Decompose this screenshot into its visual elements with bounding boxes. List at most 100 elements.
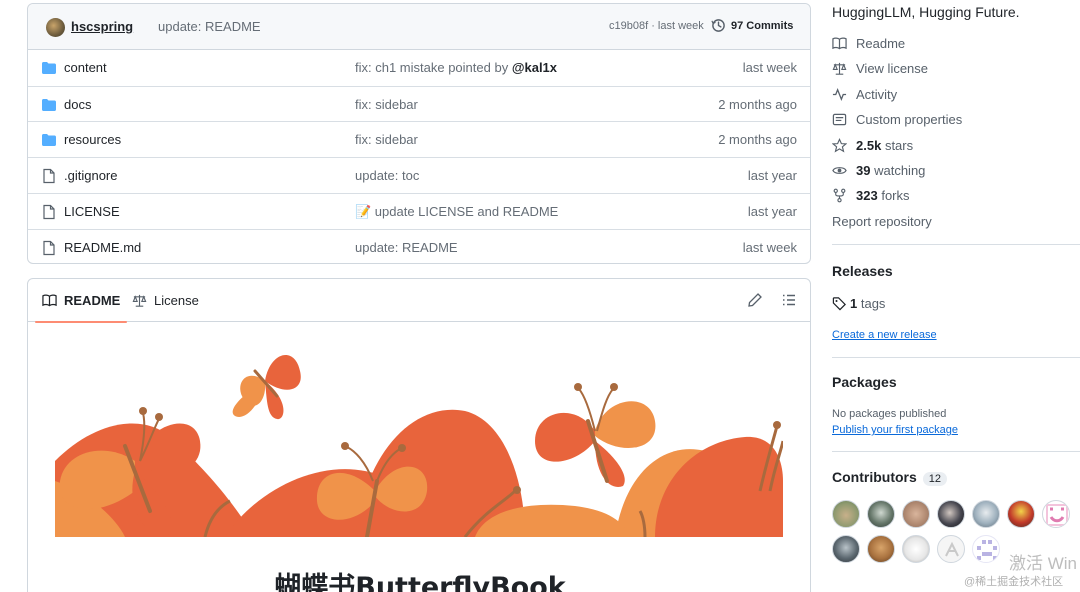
commit-author-link[interactable]: hscspring [71, 19, 133, 34]
scale-icon [132, 294, 147, 307]
tags-link[interactable]: 1 tags [832, 296, 885, 311]
forks-link[interactable]: 323 forks [832, 188, 910, 203]
publish-package-link[interactable]: Publish your first package [832, 424, 958, 436]
contributor-avatar[interactable] [902, 500, 930, 528]
commit-message-text: fix: ch1 mistake pointed by [355, 60, 512, 75]
pulse-icon [832, 88, 847, 101]
contributor-avatar[interactable] [972, 535, 1000, 563]
readme-title: 蝴蝶书ButterflyBook [274, 572, 566, 592]
divider [832, 451, 1080, 452]
commit-message-text: update: README [355, 239, 458, 255]
file-row[interactable]: content fix: ch1 mistake pointed by @kal1… [28, 50, 810, 86]
activity-link-label: Activity [856, 87, 898, 102]
commits-history-link[interactable]: 97 Commits [711, 18, 793, 33]
file-row[interactable]: README.md update: README last week [28, 228, 810, 265]
commit-message-text: fix: sidebar [355, 132, 418, 148]
file-icon [41, 240, 57, 256]
readme-link-label: Readme [856, 36, 906, 51]
watching-label: watching [874, 163, 926, 178]
file-name-link[interactable]: resources [64, 132, 121, 147]
license-link-label: View license [856, 61, 929, 76]
tags-label: tags [860, 296, 886, 311]
stars-link[interactable]: 2.5k stars [832, 138, 913, 153]
tab-readme-label: README [64, 293, 121, 308]
tab-license[interactable]: License [132, 279, 199, 322]
forks-count: 323 [856, 188, 878, 203]
file-name-link[interactable]: LICENSE [64, 204, 120, 219]
contributor-avatar[interactable] [937, 500, 965, 528]
commit-message-text: fix: sidebar [355, 96, 418, 112]
file-commit-message-link[interactable]: fix: ch1 mistake pointed by @kal1x [355, 60, 557, 75]
outline-list-icon[interactable] [781, 292, 797, 308]
file-commit-message-link[interactable]: fix: sidebar [355, 97, 418, 112]
releases-heading[interactable]: Releases [832, 263, 893, 279]
file-commit-message-link[interactable]: fix: sidebar [355, 132, 418, 147]
activity-link[interactable]: Activity [832, 87, 897, 102]
file-commit-message-link[interactable]: update: README [355, 240, 458, 255]
file-icon [41, 204, 57, 220]
commit-message-text: update: toc [355, 168, 420, 184]
commit-meta[interactable]: c19b08f · last week [609, 20, 704, 32]
readme-link[interactable]: Readme [832, 36, 905, 51]
file-commit-time: 2 months ago [718, 132, 797, 148]
watchers-link[interactable]: 39 watching [832, 163, 925, 178]
note-icon [832, 113, 847, 126]
file-name-link[interactable]: README.md [64, 240, 141, 255]
custom-properties-label: Custom properties [856, 112, 963, 127]
star-icon [832, 138, 847, 153]
file-commit-time: last year [747, 203, 797, 219]
contributor-avatar[interactable] [902, 535, 930, 563]
stars-count: 2.5k [856, 138, 882, 153]
contributor-avatar[interactable] [1007, 500, 1035, 528]
custom-properties-link[interactable]: Custom properties [832, 112, 962, 127]
tag-icon [832, 297, 846, 311]
file-commit-message-link[interactable]: 📝 update LICENSE and README [355, 204, 558, 220]
commit-message-link[interactable]: update: README [158, 19, 261, 34]
file-commit-time: last year [747, 168, 797, 184]
contributor-avatar[interactable] [972, 500, 1000, 528]
packages-heading[interactable]: Packages [832, 374, 897, 390]
license-link[interactable]: View license [832, 61, 928, 76]
file-name-link[interactable]: content [64, 60, 107, 75]
file-row[interactable]: .gitignore update: toc last year [28, 157, 810, 193]
file-commit-time: 2 months ago [718, 96, 797, 112]
file-row[interactable]: docs fix: sidebar 2 months ago [28, 85, 810, 122]
source-watermark: @稀土掘金技术社区 [964, 576, 1064, 588]
contributors-heading[interactable]: Contributors 12 [832, 469, 948, 486]
contributor-avatar[interactable] [937, 535, 965, 563]
file-row[interactable]: resources fix: sidebar 2 months ago [28, 121, 810, 157]
tab-license-label: License [154, 293, 199, 308]
activate-windows-watermark: 激活 Win [1009, 554, 1077, 573]
fork-icon [833, 188, 846, 203]
scale-icon [832, 62, 847, 75]
report-repository-link[interactable]: Report repository [832, 214, 932, 229]
eye-icon [832, 167, 847, 174]
book-icon [832, 37, 847, 50]
contributor-avatar[interactable] [832, 500, 860, 528]
commit-mention[interactable]: @kal1x [512, 60, 557, 75]
contributor-avatar[interactable] [832, 535, 860, 563]
file-commit-message-link[interactable]: update: toc [355, 168, 419, 183]
folder-icon [41, 60, 57, 76]
book-icon [42, 294, 57, 307]
contributor-avatar[interactable] [867, 535, 895, 563]
file-name-link[interactable]: docs [64, 97, 91, 112]
contributor-avatar[interactable] [1042, 500, 1070, 528]
author-avatar[interactable] [46, 18, 65, 37]
divider [832, 357, 1080, 358]
readme-panel: README License 蝴蝶书ButterflyBook [27, 278, 811, 592]
commits-count: 97 Commits [731, 19, 794, 32]
file-name-link[interactable]: .gitignore [64, 168, 117, 183]
commit-message-text: 📝 update LICENSE and README [355, 203, 559, 219]
folder-icon [41, 132, 57, 148]
folder-icon [41, 97, 57, 113]
file-icon [41, 168, 57, 184]
file-row[interactable]: LICENSE 📝 update LICENSE and README last y… [28, 192, 810, 229]
readme-tabbar: README License [28, 279, 810, 323]
latest-commit-bar: hscspring update: README c19b08f · last … [28, 4, 810, 50]
edit-pencil-icon[interactable] [747, 292, 763, 308]
tab-readme[interactable]: README [34, 279, 128, 323]
contributor-avatar[interactable] [867, 500, 895, 528]
tags-count: 1 [850, 296, 858, 311]
create-release-link[interactable]: Create a new release [832, 329, 937, 341]
